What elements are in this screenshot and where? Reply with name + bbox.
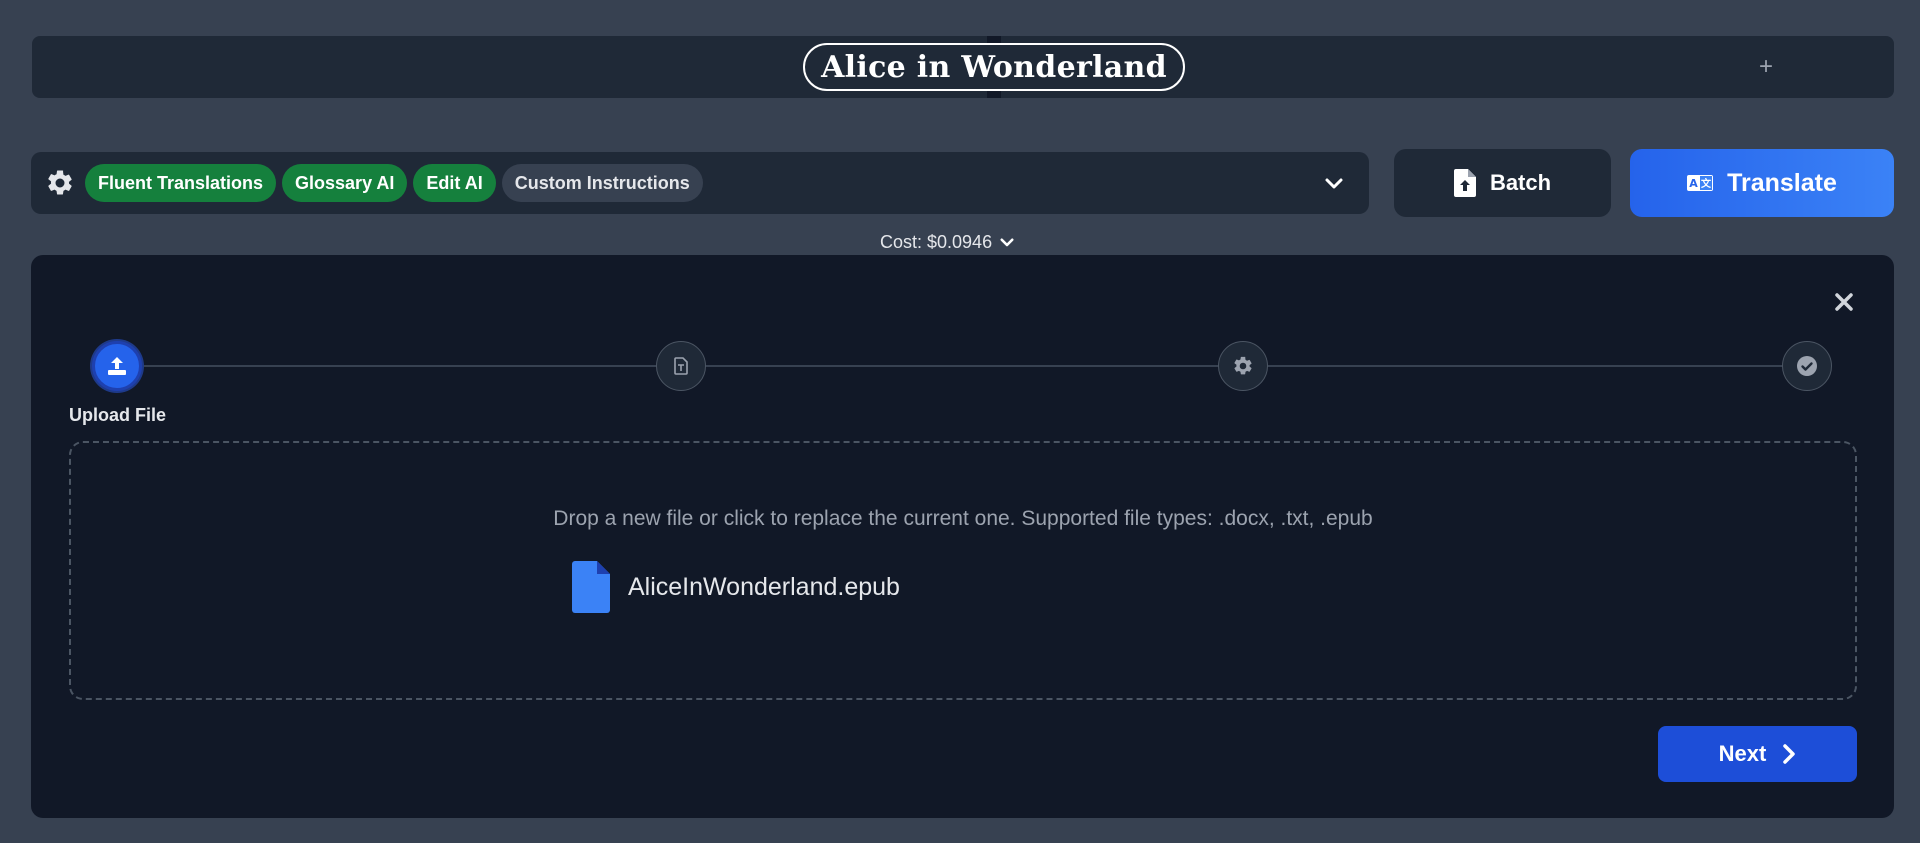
file-text-icon: [674, 357, 688, 375]
step-settings[interactable]: [1218, 341, 1268, 391]
next-button[interactable]: Next: [1658, 726, 1857, 782]
close-button[interactable]: [1831, 289, 1857, 315]
gear-icon: [48, 170, 72, 195]
file-dropzone[interactable]: Drop a new file or click to replace the …: [69, 441, 1857, 700]
cost-label: Cost: $0.0946: [880, 231, 993, 252]
translate-button[interactable]: A 文 Translate: [1630, 149, 1894, 217]
options-expand-button[interactable]: [1319, 168, 1349, 198]
next-label: Next: [1718, 741, 1767, 766]
svg-text:文: 文: [1701, 177, 1712, 190]
file-name: AliceInWonderland.epub: [628, 572, 900, 601]
step-upload-label: Upload File: [69, 405, 167, 425]
gear-icon: [1234, 356, 1252, 375]
step-complete[interactable]: [1782, 341, 1832, 391]
chip-custom-instructions[interactable]: Custom Instructions: [501, 164, 703, 202]
file-icon: [572, 561, 610, 613]
chevron-down-icon: [1000, 238, 1014, 247]
selected-file: AliceInWonderland.epub: [572, 561, 900, 613]
stepper-track: [119, 365, 1807, 367]
step-file[interactable]: [656, 341, 706, 391]
translate-icon: A 文: [1687, 175, 1714, 191]
cost-toggle[interactable]: Cost: $0.0946: [880, 230, 1016, 254]
file-upload-icon: [1453, 169, 1476, 197]
document-title-bar: Alice in Wonderland +: [32, 36, 1894, 98]
check-circle-icon: [1797, 356, 1817, 376]
batch-button[interactable]: Batch: [1394, 149, 1611, 217]
batch-label: Batch: [1489, 170, 1552, 195]
chip-fluent-translations[interactable]: Fluent Translations: [85, 164, 277, 202]
chip-glossary-ai[interactable]: Glossary AI: [282, 164, 408, 202]
upload-wizard-panel: Upload File Drop a new file or click to …: [31, 255, 1894, 818]
step-upload[interactable]: [92, 341, 142, 391]
chevron-down-icon: [1325, 178, 1343, 189]
chevron-right-icon: [1783, 744, 1796, 764]
add-tab-button[interactable]: +: [1752, 50, 1780, 84]
document-title[interactable]: Alice in Wonderland: [803, 43, 1185, 91]
translation-options-bar: Fluent Translations Glossary AI Edit AI …: [31, 152, 1369, 214]
upload-icon: [108, 357, 126, 375]
svg-text:A: A: [1689, 177, 1698, 190]
chip-edit-ai[interactable]: Edit AI: [413, 164, 496, 202]
translate-label: Translate: [1727, 168, 1837, 197]
close-icon: [1835, 293, 1853, 311]
dropzone-hint: Drop a new file or click to replace the …: [553, 507, 1373, 530]
settings-button[interactable]: [43, 166, 77, 200]
